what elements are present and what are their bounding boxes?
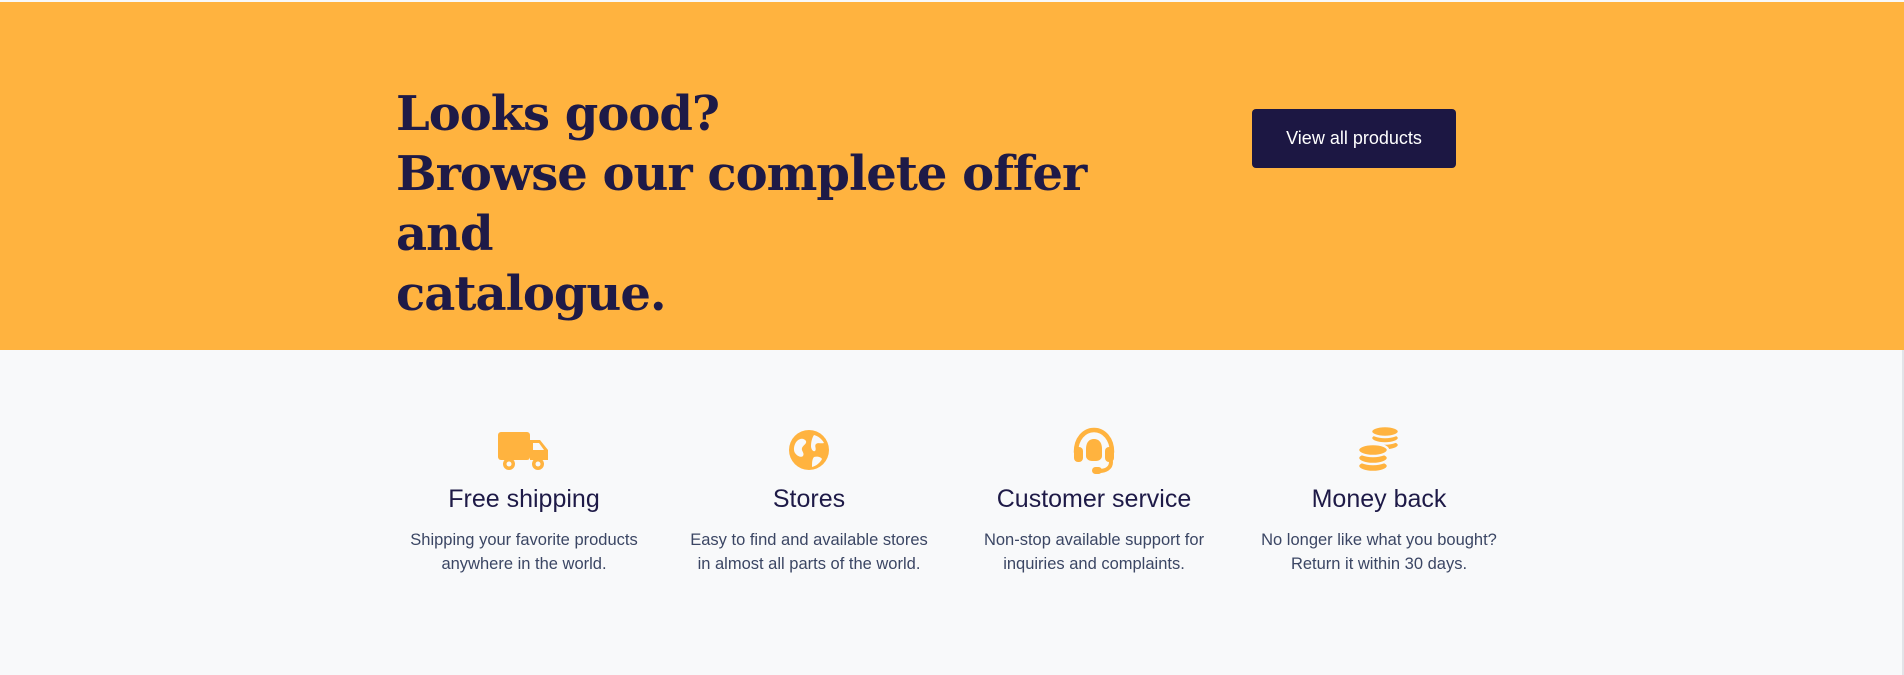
feature-description-line: No longer like what you bought? [1261,531,1497,549]
coins-icon [1351,426,1407,474]
truck-icon [496,426,552,474]
cta-banner: Looks good? Browse our complete offer an… [0,2,1904,350]
feature-customer-service: Customer service Non-stop available supp… [951,426,1237,576]
feature-title: Free shipping [448,485,600,513]
feature-title: Stores [772,485,846,513]
cta-heading-line-3: catalogue. [396,266,667,322]
feature-description-line: Easy to find and available stores [690,531,928,549]
feature-description-line: Shipping your favorite products [410,531,638,549]
feature-description: No longer like what you bought? Return i… [1236,528,1522,576]
cta-heading: Looks good? Browse our complete offer an… [396,84,1156,324]
globe-icon [781,426,837,474]
features-section: Free shipping Shipping your favorite pro… [0,350,1904,675]
feature-free-shipping: Free shipping Shipping your favorite pro… [381,426,667,576]
feature-description-line: anywhere in the world. [441,555,607,573]
feature-description-line: Return it within 30 days. [1290,555,1468,573]
feature-description: Shipping your favorite products anywhere… [381,528,667,576]
feature-description-line: in almost all parts of the world. [697,555,921,573]
feature-money-back: Money back No longer like what you bough… [1236,426,1522,576]
feature-description-line: inquiries and complaints. [1003,555,1185,573]
feature-stores: Stores Easy to find and available stores… [666,426,952,576]
feature-title: Money back [1311,485,1447,513]
cta-heading-line-2: Browse our complete offer and [396,146,1087,262]
view-all-products-button[interactable]: View all products [1252,109,1456,168]
cta-heading-line-1: Looks good? [396,86,720,142]
feature-description: Non-stop available support for inquiries… [951,528,1237,576]
feature-title: Customer service [996,485,1192,513]
feature-description: Easy to find and available stores in alm… [666,528,952,576]
feature-description-line: Non-stop available support for [983,531,1205,549]
headset-icon [1066,426,1122,474]
